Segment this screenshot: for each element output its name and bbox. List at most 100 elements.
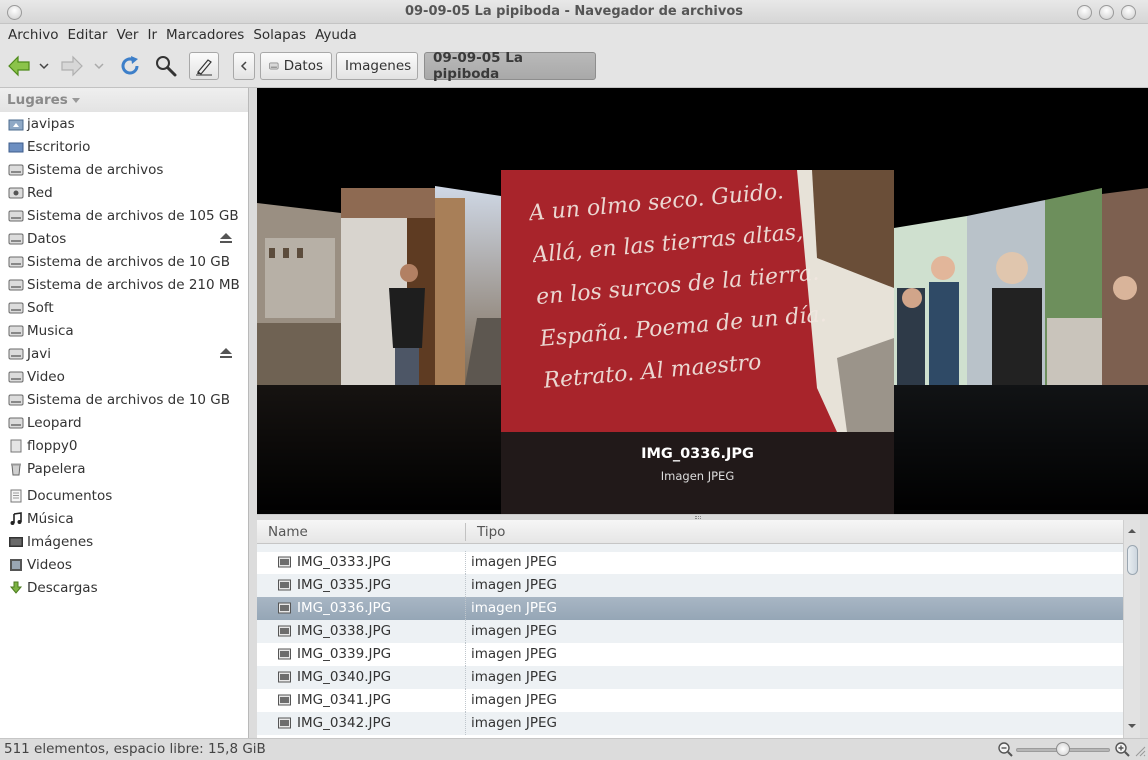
scroll-up-arrow-icon[interactable]	[1124, 524, 1141, 538]
sidebar-item[interactable]: Javi	[0, 342, 248, 365]
back-button[interactable]	[5, 52, 33, 80]
sidebar-item[interactable]: Papelera	[0, 457, 248, 480]
sidebar-item[interactable]: Sistema de archivos de 210 MB	[0, 273, 248, 296]
minimize-button[interactable]	[1077, 5, 1092, 20]
file-name: IMG_0335.JPG	[297, 577, 392, 593]
sidebar-item[interactable]: Música	[0, 507, 248, 530]
coverflow-title: IMG_0336.JPG	[641, 446, 754, 462]
menu-ver[interactable]: Ver	[116, 27, 138, 43]
table-row[interactable]: IMG_0342.JPG imagen JPEG	[257, 712, 1123, 735]
resize-grip-icon[interactable]	[1134, 745, 1146, 757]
maximize-button[interactable]	[1099, 5, 1114, 20]
sidebar-item[interactable]: Datos	[0, 227, 248, 250]
cover-thumbnail[interactable]	[257, 203, 341, 385]
cover-thumbnail[interactable]	[894, 216, 967, 385]
table-row[interactable]: IMG_0335.JPG imagen JPEG	[257, 574, 1123, 597]
scrollbar-thumb[interactable]	[1127, 545, 1138, 575]
path-button-current[interactable]: 09-09-05 La pipiboda	[424, 50, 596, 82]
zoom-slider-knob[interactable]	[1056, 742, 1070, 756]
sidebar-item-label: Sistema de archivos de 10 GB	[27, 253, 231, 270]
zoom-in-icon[interactable]	[1114, 741, 1130, 757]
title-bar: 09-09-05 La pipiboda - Navegador de arch…	[0, 0, 1148, 24]
cover-thumbnail[interactable]	[341, 188, 435, 385]
column-divider[interactable]	[465, 523, 466, 541]
sidebar-item[interactable]: Descargas	[0, 576, 248, 599]
table-row[interactable]: IMG_0339.JPG imagen JPEG	[257, 643, 1123, 666]
sidebar-heading[interactable]: Lugares	[0, 88, 248, 112]
reload-icon	[121, 56, 139, 75]
eject-icon[interactable]	[219, 347, 233, 363]
path-label: Imagenes	[345, 58, 412, 74]
sidebar-item-label: Sistema de archivos de 10 GB	[27, 391, 231, 408]
menu-ir[interactable]: Ir	[147, 27, 157, 43]
places-sidebar: Lugares javipas Escritorio Sistema de arch…	[0, 88, 249, 738]
column-divider	[465, 689, 466, 712]
menu-marcadores[interactable]: Marcadores	[166, 27, 244, 43]
menu-solapas[interactable]: Solapas	[253, 27, 306, 43]
forward-arrow-icon	[61, 55, 83, 77]
pictures-icon	[8, 534, 24, 550]
sidebar-item[interactable]: Sistema de archivos de 10 GB	[0, 250, 248, 273]
cover-thumbnail[interactable]	[435, 186, 501, 385]
forward-history-dropdown[interactable]	[92, 52, 106, 80]
path-scroll-left-button[interactable]	[233, 52, 255, 80]
table-row[interactable]: IMG_0336.JPG imagen JPEG	[257, 597, 1123, 620]
table-row[interactable]: IMG_0341.JPG imagen JPEG	[257, 689, 1123, 712]
scroll-down-arrow-icon[interactable]	[1124, 719, 1141, 733]
column-header-name[interactable]: Name	[268, 524, 308, 540]
sidebar-item[interactable]: Leopard	[0, 411, 248, 434]
sidebar-item-label: Sistema de archivos de 210 MB	[27, 276, 240, 293]
splitter-grip-icon	[695, 516, 701, 519]
chevron-down-icon	[71, 98, 80, 103]
sidebar-item[interactable]: floppy0	[0, 434, 248, 457]
sidebar-item[interactable]: Imágenes	[0, 530, 248, 553]
sidebar-item[interactable]: Sistema de archivos de 10 GB	[0, 388, 248, 411]
cover-thumbnail[interactable]	[967, 200, 1045, 385]
drive-icon	[8, 162, 24, 178]
zoom-out-icon[interactable]	[997, 741, 1013, 757]
file-name: IMG_0339.JPG	[297, 646, 392, 662]
table-row[interactable]: IMG_0340.JPG imagen JPEG	[257, 666, 1123, 689]
menu-editar[interactable]: Editar	[67, 27, 107, 43]
column-divider	[465, 643, 466, 666]
sidebar-item[interactable]: Red	[0, 181, 248, 204]
toggle-location-button[interactable]	[189, 52, 219, 80]
cover-thumbnail[interactable]	[1102, 188, 1148, 385]
home-folder-icon	[8, 116, 24, 132]
sidebar-item[interactable]: Musica	[0, 319, 248, 342]
coverflow-view[interactable]: A un olmo seco. Guido. Allá, en las tier…	[257, 88, 1148, 514]
eject-icon[interactable]	[219, 232, 233, 248]
path-button-imagenes[interactable]: Imagenes	[336, 52, 418, 80]
sidebar-item-label: Documentos	[27, 487, 113, 504]
close-button[interactable]	[1121, 5, 1136, 20]
menu-ayuda[interactable]: Ayuda	[315, 27, 357, 43]
file-type: imagen JPEG	[471, 554, 558, 570]
file-type: imagen JPEG	[471, 600, 558, 616]
table-row[interactable]: IMG_0333.JPG imagen JPEG	[257, 551, 1123, 574]
status-bar: 511 elementos, espacio libre: 15,8 GiB	[0, 738, 1148, 760]
sidebar-item[interactable]: javipas	[0, 112, 248, 135]
desktop-icon	[8, 139, 24, 155]
forward-button[interactable]	[58, 52, 86, 80]
sidebar-item[interactable]: Videos	[0, 553, 248, 576]
drive-icon	[8, 346, 24, 362]
sidebar-item[interactable]: Video	[0, 365, 248, 388]
reload-button[interactable]	[116, 52, 144, 80]
cover-thumbnail[interactable]	[1045, 188, 1102, 385]
column-header-type[interactable]: Tipo	[477, 524, 505, 540]
sidebar-item[interactable]: Documentos	[0, 484, 248, 507]
search-button[interactable]	[152, 52, 180, 80]
vertical-scrollbar[interactable]	[1123, 520, 1140, 738]
sidebar-item[interactable]: Sistema de archivos de 105 GB	[0, 204, 248, 227]
table-row[interactable]: IMG_0338.JPG imagen JPEG	[257, 620, 1123, 643]
menu-archivo[interactable]: Archivo	[8, 27, 58, 43]
sidebar-item[interactable]: Sistema de archivos	[0, 158, 248, 181]
path-button-datos[interactable]: Datos	[260, 52, 332, 80]
sidebar-item[interactable]: Soft	[0, 296, 248, 319]
sidebar-item[interactable]: Escritorio	[0, 135, 248, 158]
menu-bar: Archivo Editar Ver Ir Marcadores Solapas…	[0, 24, 1148, 46]
file-name: IMG_0342.JPG	[297, 715, 392, 731]
file-type: imagen JPEG	[471, 646, 558, 662]
drive-icon	[8, 392, 24, 408]
back-history-dropdown[interactable]	[37, 52, 51, 80]
